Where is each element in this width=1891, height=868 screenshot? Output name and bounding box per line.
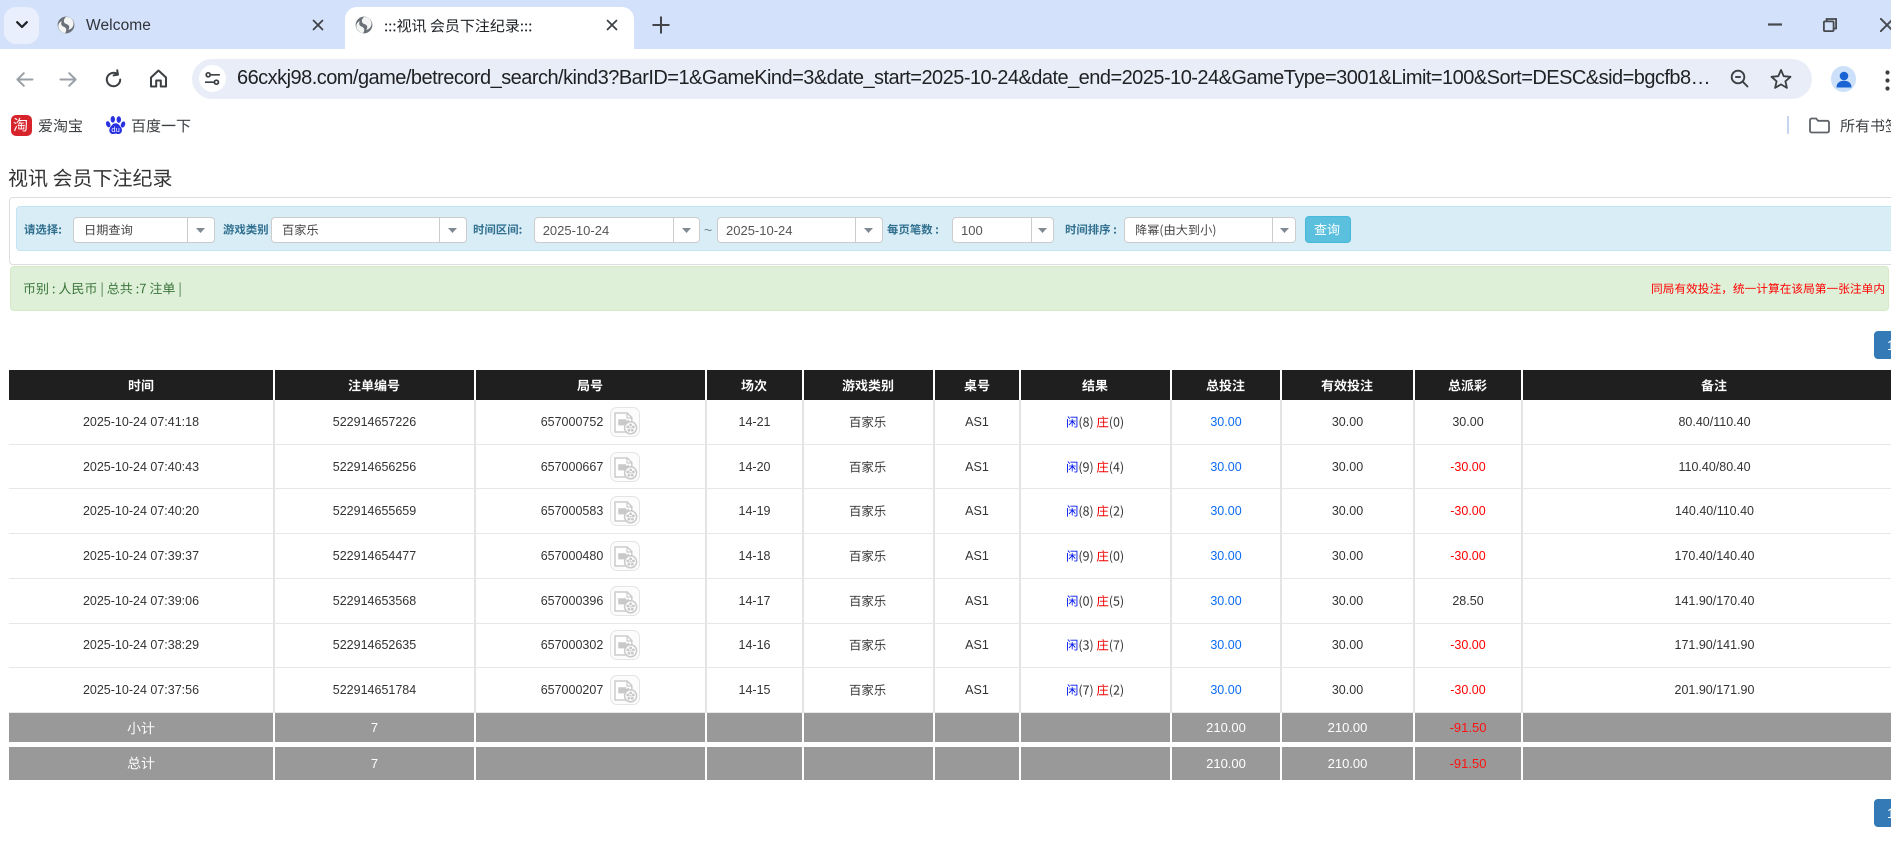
svg-text:du: du (111, 125, 119, 134)
